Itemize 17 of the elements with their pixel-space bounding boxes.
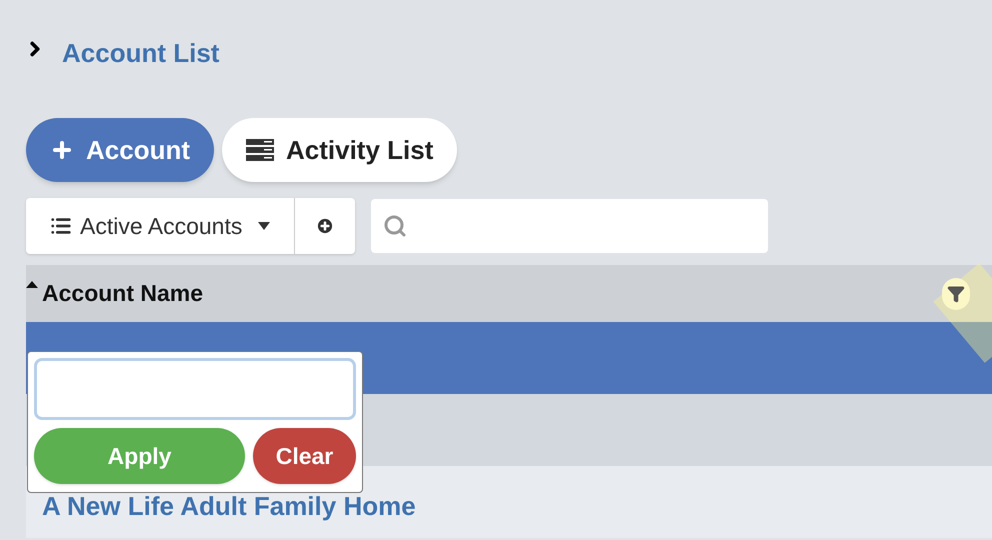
caret-icon xyxy=(258,222,270,230)
add-account-button[interactable]: Account xyxy=(26,118,214,182)
apply-button[interactable]: Apply xyxy=(34,428,245,484)
search-icon xyxy=(383,214,408,238)
page-title: Account List xyxy=(62,37,220,70)
plus-icon xyxy=(50,138,74,162)
list-icon xyxy=(50,215,72,237)
activity-list-button[interactable]: Activity List xyxy=(222,118,458,182)
clear-button[interactable]: Clear xyxy=(253,428,356,484)
filter-icon xyxy=(947,285,965,303)
search-field[interactable] xyxy=(371,199,768,253)
column-header[interactable]: Account Name xyxy=(42,276,204,311)
filter-button[interactable] xyxy=(942,278,970,310)
list-icon xyxy=(246,139,274,161)
filter-input[interactable] xyxy=(34,358,356,420)
plus-circle-icon xyxy=(315,216,336,236)
sort-up-icon[interactable] xyxy=(26,281,38,288)
